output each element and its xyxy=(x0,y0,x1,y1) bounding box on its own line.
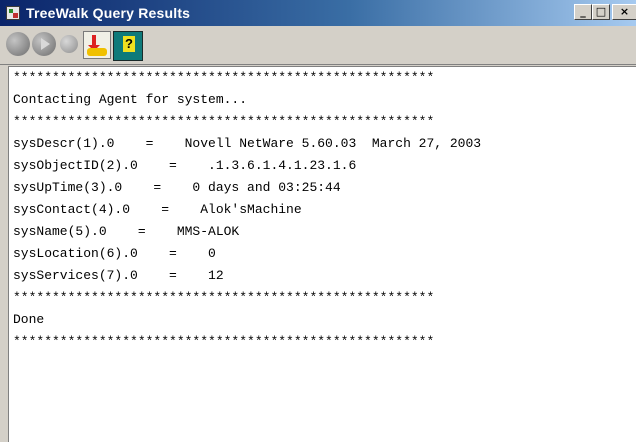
minimize-button[interactable]: _ xyxy=(574,4,592,20)
title-bar[interactable]: TreeWalk Query Results _ □ × xyxy=(0,0,636,26)
output-line: sysUpTime(3).0 = 0 days and 03:25:44 xyxy=(13,180,341,195)
app-icon xyxy=(6,6,20,20)
output-line: Contacting Agent for system... xyxy=(13,92,248,107)
play-icon[interactable] xyxy=(32,32,56,56)
help-question-glyph: ? xyxy=(123,36,135,52)
treewalk-window: TreeWalk Query Results _ □ × ? *********… xyxy=(0,0,636,442)
down-arrow-icon xyxy=(88,35,100,51)
output-line: sysName(5).0 = MMS-ALOK xyxy=(13,224,240,239)
output-line: ****************************************… xyxy=(13,334,435,349)
close-button[interactable]: × xyxy=(612,4,636,20)
output-line: sysContact(4).0 = Alok'sMachine xyxy=(13,202,302,217)
window-title: TreeWalk Query Results xyxy=(26,5,191,21)
results-text-area[interactable]: ****************************************… xyxy=(8,66,636,442)
help-icon[interactable]: ? xyxy=(113,31,143,61)
output-line: ****************************************… xyxy=(13,70,435,85)
pause-icon[interactable] xyxy=(60,35,78,53)
output-line: ****************************************… xyxy=(13,114,435,129)
stop-icon[interactable] xyxy=(6,32,30,56)
window-controls: _ □ × xyxy=(570,4,636,22)
walk-icon[interactable] xyxy=(83,31,111,59)
starburst-icon xyxy=(87,48,107,56)
output-line: Done xyxy=(13,312,45,327)
output-line: sysLocation(6).0 = 0 xyxy=(13,246,216,261)
output-line: sysObjectID(2).0 = .1.3.6.1.4.1.23.1.6 xyxy=(13,158,357,173)
output-line: sysDescr(1).0 = Novell NetWare 5.60.03 M… xyxy=(13,136,482,151)
output-line: ****************************************… xyxy=(13,290,435,305)
output-lines: ****************************************… xyxy=(13,67,481,353)
toolbar: ? xyxy=(0,26,636,65)
output-line: sysServices(7).0 = 12 xyxy=(13,268,224,283)
maximize-button[interactable]: □ xyxy=(592,4,610,20)
